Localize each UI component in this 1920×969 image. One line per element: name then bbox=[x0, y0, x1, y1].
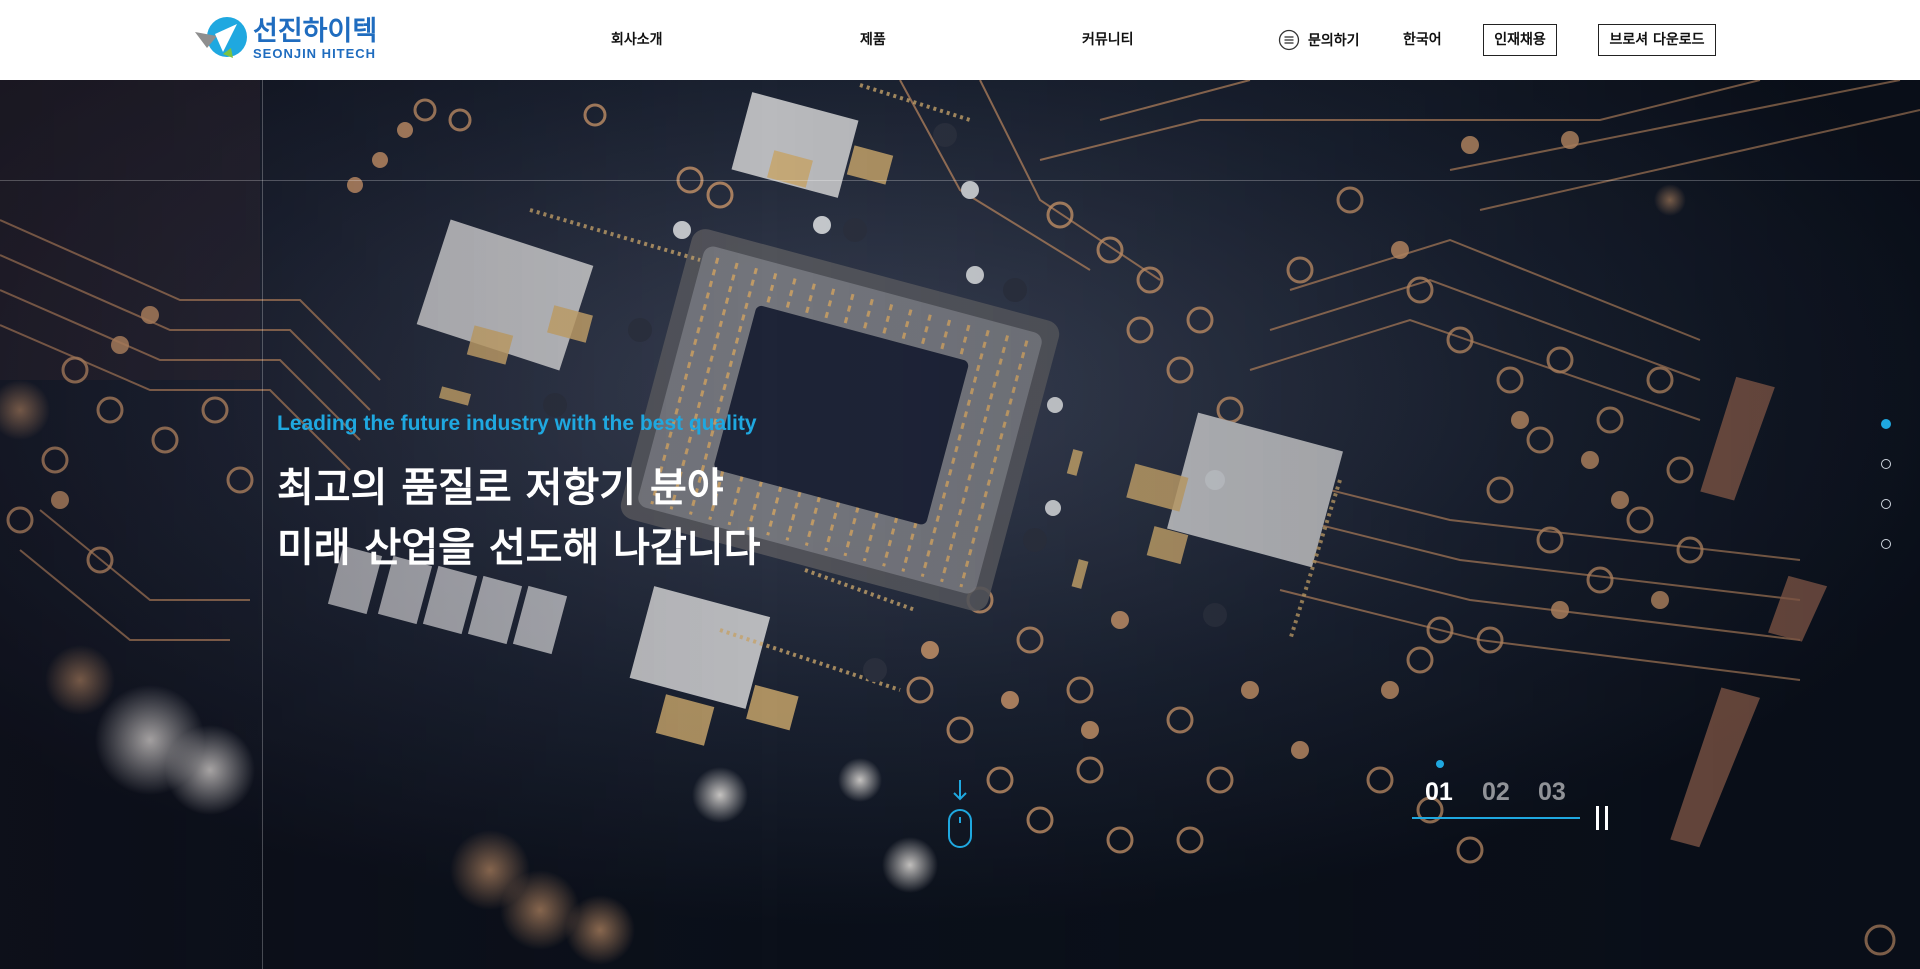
slide-number-3[interactable]: 03 bbox=[1538, 778, 1566, 807]
slide-pagination: 01 02 03 bbox=[1412, 760, 1612, 840]
hero-subtitle: Leading the future industry with the bes… bbox=[277, 412, 757, 435]
hero-slider: Leading the future industry with the bes… bbox=[0, 80, 1920, 969]
mouse-scroll-icon bbox=[948, 809, 972, 848]
inquiry-label: 문의하기 bbox=[1308, 33, 1360, 49]
section-dot-1[interactable] bbox=[1881, 419, 1891, 429]
hero-title-line-2: 미래 산업을 선도해 나갑니다 bbox=[277, 525, 761, 571]
nav-community[interactable]: 커뮤니티 bbox=[1082, 30, 1134, 50]
guide-line-vertical bbox=[262, 80, 263, 969]
side-section-dots bbox=[1880, 419, 1894, 559]
slide-number-2[interactable]: 02 bbox=[1482, 778, 1510, 807]
site-header: 선진하이텍 SEONJIN HITECH 회사소개 제품 커뮤니티 문의하기 한… bbox=[0, 0, 1920, 80]
guide-line-horizontal bbox=[0, 180, 1920, 181]
pause-icon[interactable] bbox=[1595, 806, 1613, 830]
scroll-indicator[interactable] bbox=[946, 778, 974, 850]
hero-title-line-1: 최고의 품질로 저항기 분야 bbox=[277, 465, 724, 511]
nav-products[interactable]: 제품 bbox=[860, 30, 886, 50]
logo[interactable]: 선진하이텍 SEONJIN HITECH bbox=[193, 14, 393, 64]
pagination-active-dot bbox=[1436, 760, 1444, 768]
section-dot-3[interactable] bbox=[1881, 499, 1891, 509]
menu-lines-icon bbox=[1278, 29, 1300, 51]
language-selector[interactable]: 한국어 bbox=[1403, 30, 1442, 50]
arrow-down-icon bbox=[953, 780, 967, 801]
hero-title: 최고의 품질로 저항기 분야 미래 산업을 선도해 나갑니다 bbox=[277, 458, 977, 578]
logo-icon bbox=[195, 17, 247, 58]
section-dot-4[interactable] bbox=[1881, 539, 1891, 549]
logo-text: 선진하이텍 SEONJIN HITECH bbox=[253, 17, 377, 61]
slide-number-1[interactable]: 01 bbox=[1425, 778, 1453, 807]
brochure-download-button[interactable]: 브로셔 다운로드 bbox=[1598, 24, 1716, 56]
section-dot-2[interactable] bbox=[1881, 459, 1891, 469]
nav-company[interactable]: 회사소개 bbox=[611, 30, 663, 50]
pagination-progress-line bbox=[1412, 817, 1580, 819]
logo-name-en: SEONJIN HITECH bbox=[253, 46, 377, 61]
recruit-button[interactable]: 인재채용 bbox=[1483, 24, 1557, 56]
logo-name-ko: 선진하이텍 bbox=[253, 16, 378, 47]
inquiry-link[interactable]: 문의하기 bbox=[1278, 28, 1360, 52]
